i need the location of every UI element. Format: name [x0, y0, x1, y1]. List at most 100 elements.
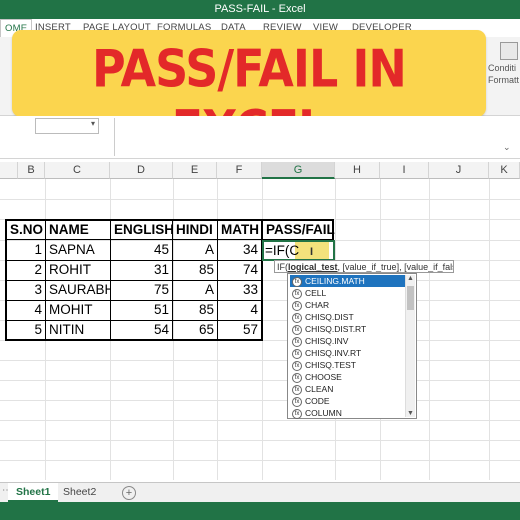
cell-math[interactable]: 33: [218, 280, 261, 300]
function-autocomplete-list[interactable]: fx CEILING.MATH fx CELL fx CHAR fx CHISQ.DIS…: [287, 273, 417, 419]
cell-sno[interactable]: 2: [7, 260, 45, 280]
ac-label: CHISQ.DIST.RT: [305, 324, 367, 334]
col-header-h[interactable]: H: [335, 162, 380, 179]
name-box[interactable]: ▾: [35, 118, 99, 134]
expand-formula-bar-icon[interactable]: ⌄: [503, 142, 511, 153]
cell-math[interactable]: 74: [218, 260, 261, 280]
sheet-tab-2[interactable]: Sheet2: [55, 483, 104, 502]
ac-label: CHOOSE: [305, 372, 342, 382]
function-icon: fx: [292, 336, 302, 347]
cell-english[interactable]: 54: [111, 320, 172, 340]
chevron-down-icon[interactable]: ▾: [91, 119, 95, 128]
formula-input[interactable]: [114, 118, 520, 156]
autocomplete-scrollbar[interactable]: ▲ ▼: [405, 275, 415, 417]
ac-item[interactable]: fx CHAR: [290, 299, 407, 311]
text-cursor-icon: I: [310, 246, 314, 258]
select-all-corner[interactable]: [0, 162, 18, 179]
tooltip-arg[interactable]: logical_test: [288, 262, 338, 272]
ac-item[interactable]: fx CHISQ.INV: [290, 335, 407, 347]
ac-item[interactable]: fx COLUMN: [290, 407, 407, 419]
col-header-d[interactable]: D: [110, 162, 173, 179]
col-header-f[interactable]: F: [217, 162, 262, 179]
title-banner: PASS/FAIL IN EXCEL: [12, 30, 486, 159]
sheet-tab-1[interactable]: Sheet1: [8, 483, 59, 502]
cell-sno[interactable]: 1: [7, 240, 45, 260]
cell-math[interactable]: 34: [218, 240, 261, 260]
cell-hindi[interactable]: 85: [173, 260, 217, 280]
header-english[interactable]: ENGLISH: [111, 220, 172, 240]
scroll-up-icon[interactable]: ▲: [407, 275, 414, 282]
col-header-g[interactable]: G: [262, 162, 335, 179]
cell-math[interactable]: 57: [218, 320, 261, 340]
tooltip-rest[interactable]: , [value_if_true], [value_if_false]): [338, 262, 453, 272]
cell-hindi[interactable]: 85: [173, 300, 217, 320]
ac-label: CHISQ.TEST: [305, 360, 357, 370]
conditional-label-1: Conditi: [488, 63, 517, 73]
header-sno[interactable]: S.NO: [7, 220, 45, 240]
cell-name[interactable]: MOHIT: [46, 300, 110, 320]
header-hindi[interactable]: HINDI: [173, 220, 217, 240]
ac-item[interactable]: fx CEILING.MATH: [290, 275, 407, 287]
header-name[interactable]: NAME: [46, 220, 110, 240]
cell-name[interactable]: SAPNA: [46, 240, 110, 260]
ac-label: CELL: [305, 288, 327, 298]
ac-label: CLEAN: [305, 384, 334, 394]
cell-name[interactable]: NITIN: [46, 320, 110, 340]
ac-label: CHISQ.DIST: [305, 312, 354, 322]
ac-item[interactable]: fx CODE: [290, 395, 407, 407]
function-icon: fx: [292, 288, 302, 299]
cell-math[interactable]: 4: [218, 300, 261, 320]
cell-formula[interactable]: =IF(C: [265, 240, 299, 261]
cell-hindi[interactable]: 65: [173, 320, 217, 340]
cell-english[interactable]: 75: [111, 280, 172, 300]
ac-label: CHISQ.INV: [305, 336, 349, 346]
cell-english[interactable]: 51: [111, 300, 172, 320]
ac-item[interactable]: fx CLEAN: [290, 383, 407, 395]
ac-label: CEILING.MATH: [305, 276, 365, 286]
col-header-e[interactable]: E: [173, 162, 217, 179]
cell-sno[interactable]: 4: [7, 300, 45, 320]
ac-label: COLUMN: [305, 408, 342, 418]
conditional-formatting-button[interactable]: Conditi Formatt: [488, 62, 519, 86]
ac-item[interactable]: fx CHISQ.DIST.RT: [290, 323, 407, 335]
ac-item[interactable]: fx CELL: [290, 287, 407, 299]
cell-sno[interactable]: 3: [7, 280, 45, 300]
function-icon: fx: [292, 360, 302, 371]
header-math[interactable]: MATH: [218, 220, 261, 240]
col-header-j[interactable]: J: [429, 162, 489, 179]
function-icon: fx: [292, 276, 302, 287]
function-icon: fx: [292, 324, 302, 335]
cell-hindi[interactable]: A: [173, 280, 217, 300]
cell-english[interactable]: 31: [111, 260, 172, 280]
function-icon: fx: [292, 408, 302, 419]
cell-name[interactable]: SAURABH: [46, 280, 110, 300]
ac-label: CHISQ.INV.RT: [305, 348, 362, 358]
conditional-formatting-icon[interactable]: [500, 42, 518, 60]
function-icon: fx: [292, 348, 302, 359]
ac-item[interactable]: fx CHOOSE: [290, 371, 407, 383]
function-icon: fx: [292, 372, 302, 383]
col-header-i[interactable]: I: [380, 162, 429, 179]
conditional-label-2: Formatt: [488, 75, 520, 85]
function-icon: fx: [292, 312, 302, 323]
cell-hindi[interactable]: A: [173, 240, 217, 260]
function-tooltip: IF(logical_test, [value_if_true], [value…: [274, 260, 454, 273]
status-bar: [0, 502, 520, 520]
cell-name[interactable]: ROHIT: [46, 260, 110, 280]
col-header-k[interactable]: K: [489, 162, 520, 179]
ac-item[interactable]: fx CHISQ.DIST: [290, 311, 407, 323]
ac-label: CODE: [305, 396, 330, 406]
ac-label: CHAR: [305, 300, 330, 310]
col-header-b[interactable]: B: [18, 162, 45, 179]
cell-sno[interactable]: 5: [7, 320, 45, 340]
cell-english[interactable]: 45: [111, 240, 172, 260]
tooltip-fn[interactable]: IF(: [277, 262, 288, 272]
ac-item[interactable]: fx CHISQ.TEST: [290, 359, 407, 371]
header-pass-fail[interactable]: PASS/FAIL: [263, 220, 335, 240]
scroll-down-icon[interactable]: ▼: [407, 410, 414, 417]
function-icon: fx: [292, 396, 302, 407]
col-header-c[interactable]: C: [45, 162, 110, 179]
ac-item[interactable]: fx CHISQ.INV.RT: [290, 347, 407, 359]
add-sheet-icon[interactable]: +: [122, 486, 136, 500]
scroll-thumb[interactable]: [407, 286, 414, 310]
